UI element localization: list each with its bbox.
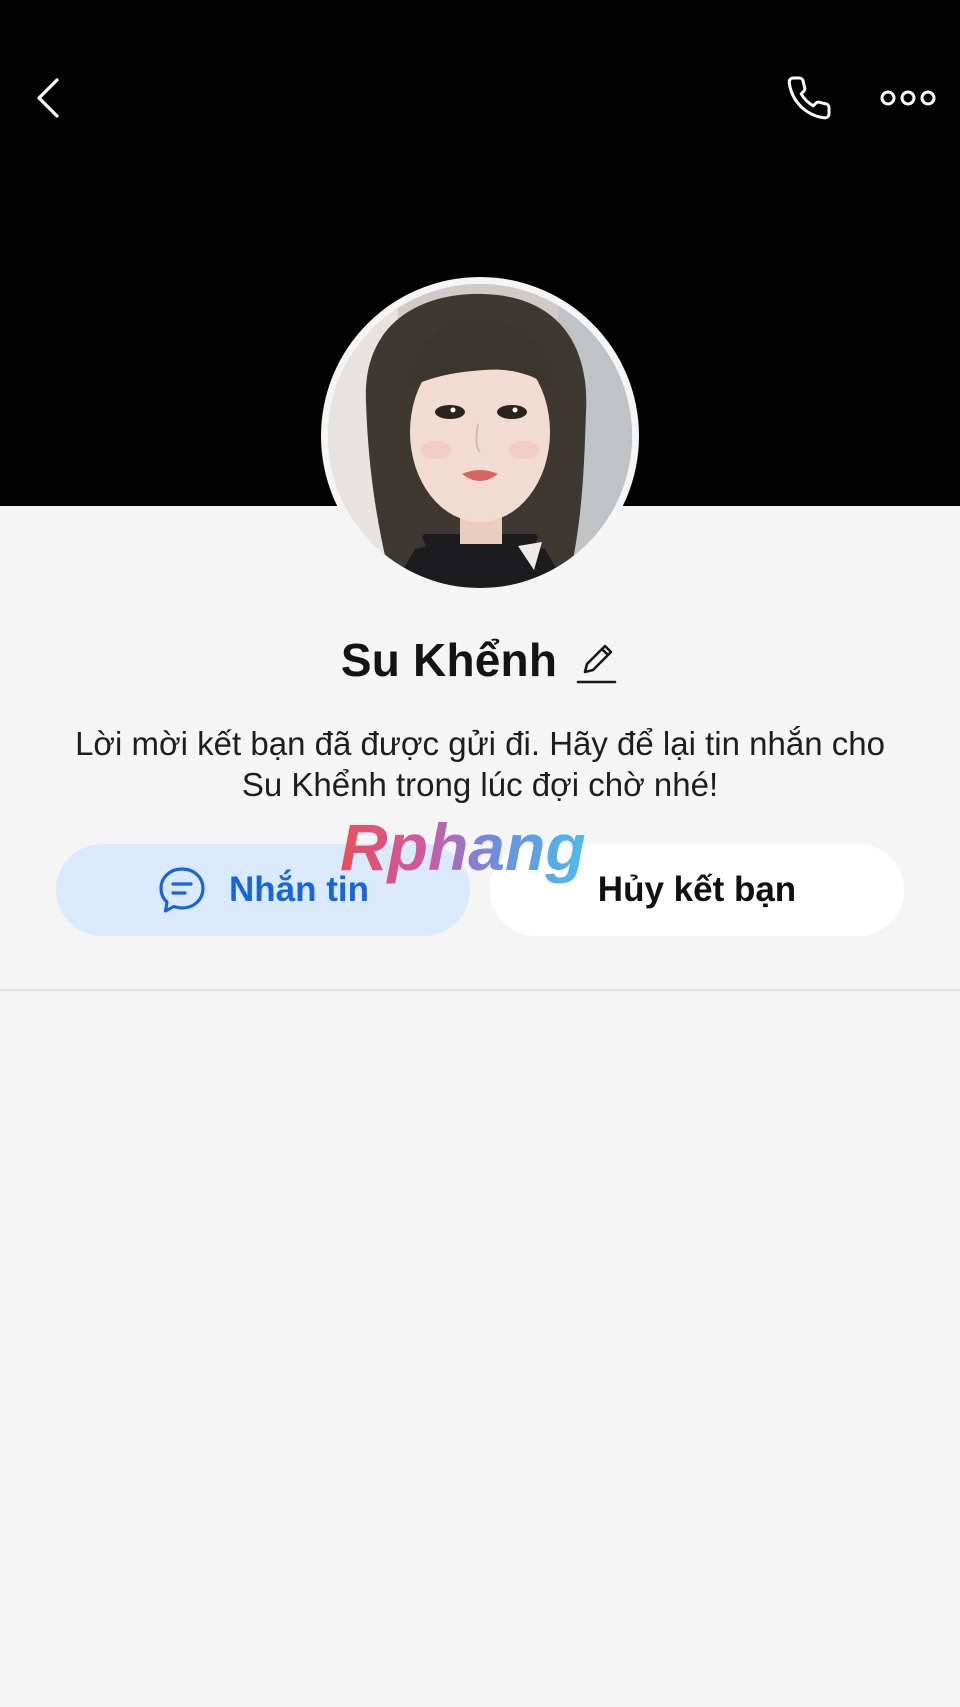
unfriend-label: Hủy kết bạn — [597, 870, 797, 909]
send-message-label: Nhắn tin — [229, 870, 369, 909]
profile-name: Su Khểnh — [340, 634, 558, 686]
unfriend-button[interactable]: Hủy kết bạn — [490, 844, 904, 936]
back-button[interactable] — [22, 62, 74, 134]
back-arrow-icon — [37, 78, 59, 118]
more-options-button[interactable] — [872, 66, 944, 130]
profile-name-row: Su Khểnh — [0, 628, 960, 692]
edit-name-button[interactable] — [575, 637, 619, 687]
send-message-button[interactable]: Nhắn tin — [56, 844, 470, 936]
more-options-icon — [880, 90, 936, 106]
section-divider — [0, 989, 960, 991]
pencil-icon — [576, 644, 617, 684]
avatar-photo — [328, 284, 632, 588]
avatar[interactable] — [321, 277, 639, 595]
friend-request-status-message: Lời mời kết bạn đã được gửi đi. Hãy để l… — [75, 725, 885, 803]
phone-icon — [787, 76, 831, 120]
call-button[interactable] — [776, 66, 842, 130]
chat-bubble-icon — [159, 867, 205, 913]
